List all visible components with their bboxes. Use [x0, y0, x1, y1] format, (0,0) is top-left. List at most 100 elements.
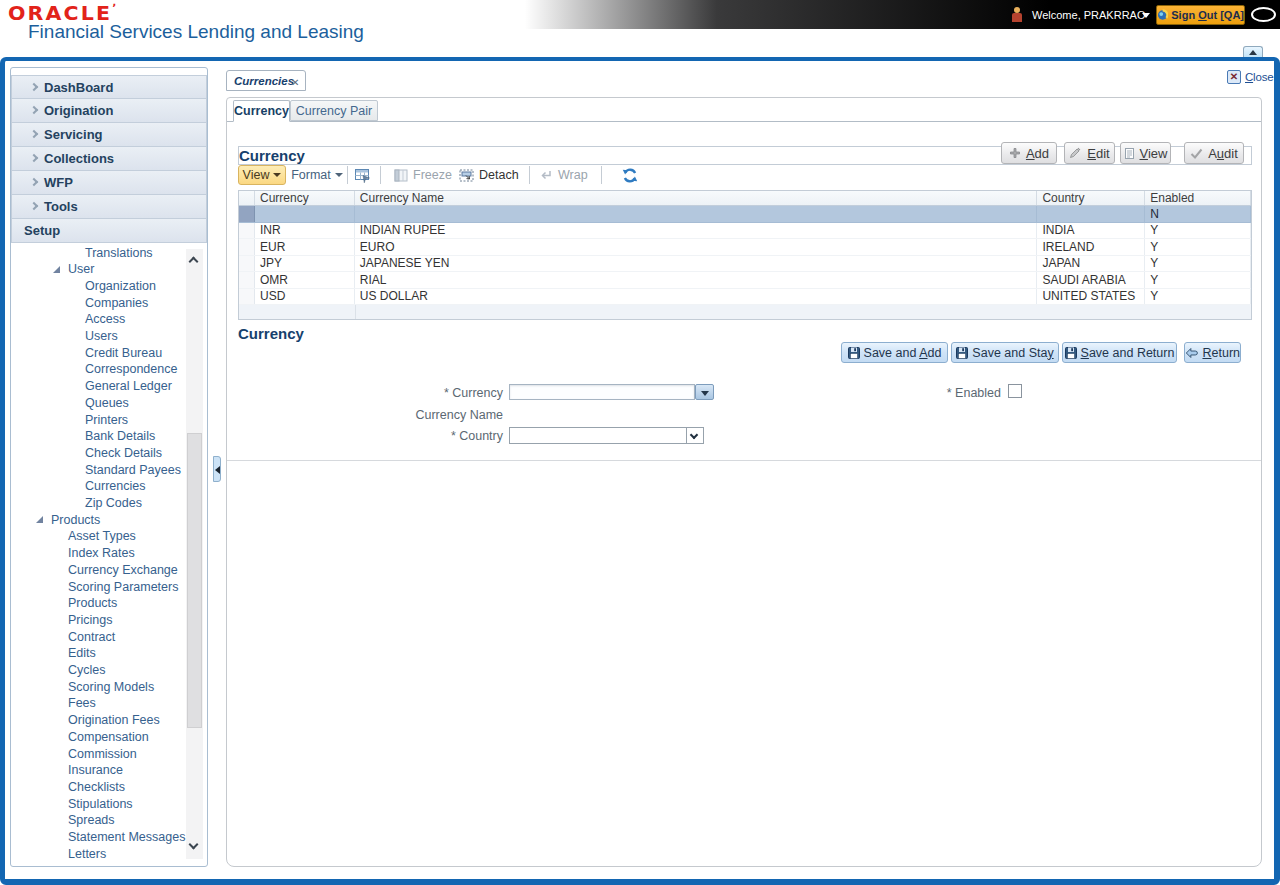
- tree-item-products[interactable]: Products: [13, 511, 100, 528]
- export-to-excel-icon[interactable]: [354, 165, 371, 185]
- column-header-country[interactable]: Country: [1037, 191, 1145, 205]
- tree-item-user[interactable]: User: [13, 261, 94, 278]
- return-button[interactable]: Return: [1184, 342, 1241, 363]
- sidebar-item-servicing[interactable]: Servicing: [11, 123, 207, 147]
- workspace-tab-close-icon[interactable]: ✕: [291, 77, 299, 88]
- welcome-menu[interactable]: Welcome, PRAKRRAO: [1032, 9, 1146, 21]
- sign-out-button[interactable]: Sign Out [QA]: [1156, 5, 1245, 25]
- tree-item-fees[interactable]: Fees: [13, 695, 96, 712]
- freeze-button[interactable]: Freeze: [394, 165, 452, 185]
- floppy-icon: [1065, 347, 1077, 359]
- scroll-up-icon[interactable]: [186, 249, 203, 271]
- tree-item-currency-exchange[interactable]: Currency Exchange: [13, 561, 178, 578]
- tree-item-credit-bureau[interactable]: Credit Bureau: [13, 344, 162, 361]
- tree-item-companies[interactable]: Companies: [13, 294, 148, 311]
- tree-item-printers[interactable]: Printers: [13, 411, 128, 428]
- currency-combobox[interactable]: [509, 384, 695, 400]
- tree-item-cycles[interactable]: Cycles: [13, 662, 106, 679]
- sidebar-item-setup[interactable]: Setup: [11, 219, 207, 243]
- tree-item-zip-codes[interactable]: Zip Codes: [13, 495, 142, 512]
- row-header-cell: [239, 289, 255, 305]
- tree-item-index-rates[interactable]: Index Rates: [13, 545, 135, 562]
- check-icon: [1190, 148, 1203, 159]
- tree-item-statement-messages[interactable]: Statement Messages: [13, 829, 185, 846]
- audit-button[interactable]: Audit: [1184, 142, 1244, 164]
- tree-item-stipulations[interactable]: Stipulations: [13, 795, 133, 812]
- edit-button[interactable]: Edit: [1064, 142, 1115, 164]
- tree-item-asset-types[interactable]: Asset Types: [13, 528, 136, 545]
- tree-item-general-ledger[interactable]: General Ledger: [13, 378, 172, 395]
- column-header-enabled[interactable]: Enabled: [1145, 191, 1251, 205]
- refresh-icon[interactable]: [621, 165, 639, 185]
- wrap-button[interactable]: Wrap: [539, 165, 588, 185]
- tree-expanded-icon[interactable]: [53, 266, 60, 273]
- view-menu-button[interactable]: View: [238, 165, 286, 185]
- column-header-currency[interactable]: Currency: [255, 191, 355, 205]
- save-and-return-button[interactable]: Save and Return: [1062, 342, 1177, 363]
- table-row[interactable]: INRINDIAN RUPEEINDIAY: [239, 223, 1251, 240]
- close-link[interactable]: ✕ Close: [1227, 69, 1273, 84]
- tab-currency[interactable]: Currency: [233, 100, 290, 122]
- detach-button[interactable]: Detach: [459, 165, 519, 185]
- table-row[interactable]: USDUS DOLLARUNITED STATESY: [239, 289, 1251, 306]
- sidebar-item-dashboard[interactable]: DashBoard: [11, 75, 207, 99]
- save-and-add-button[interactable]: Save and Add: [841, 342, 948, 363]
- tree-item-scoring-parameters[interactable]: Scoring Parameters: [13, 578, 178, 595]
- sidebar-item-collections[interactable]: Collections: [11, 147, 207, 171]
- table-row[interactable]: OMRRIALSAUDI ARABIAY: [239, 272, 1251, 289]
- tree-item-insurance[interactable]: Insurance: [13, 762, 123, 779]
- tree-item-scoring-models[interactable]: Scoring Models: [13, 678, 154, 695]
- tree-item-correspondence[interactable]: Correspondence: [13, 361, 177, 378]
- column-header-currency-name[interactable]: Currency Name: [355, 191, 1038, 205]
- scrollbar-thumb[interactable]: [187, 433, 202, 728]
- tab-currency-pair[interactable]: Currency Pair: [290, 100, 378, 121]
- format-menu-button[interactable]: Format: [292, 165, 342, 185]
- sidebar-item-label: DashBoard: [44, 80, 113, 95]
- view-button[interactable]: View: [1120, 142, 1171, 164]
- country-select[interactable]: [509, 427, 704, 444]
- tree-item-standard-payees[interactable]: Standard Payees: [13, 461, 181, 478]
- tree-item-queues[interactable]: Queues: [13, 394, 129, 411]
- save-and-stay-button[interactable]: Save and Stay: [951, 342, 1059, 363]
- plus-icon: [1009, 147, 1021, 159]
- chevron-right-icon: [30, 154, 38, 162]
- tree-item-origination-fees[interactable]: Origination Fees: [13, 712, 160, 729]
- workspace-tab-currencies[interactable]: Currencies ✕: [226, 70, 306, 91]
- sidebar-scrollbar[interactable]: [186, 249, 203, 859]
- sidebar-item-tools[interactable]: Tools: [11, 195, 207, 219]
- close-icon[interactable]: ✕: [1227, 70, 1241, 84]
- table-row[interactable]: JPYJAPANESE YENJAPANY: [239, 256, 1251, 273]
- tree-item-contract[interactable]: Contract: [13, 628, 115, 645]
- tree-item-compensation[interactable]: Compensation: [13, 728, 149, 745]
- table-row[interactable]: EUREUROIRELANDY: [239, 239, 1251, 256]
- sidebar-collapse-button[interactable]: [213, 456, 221, 482]
- tree-item-access[interactable]: Access: [13, 311, 125, 328]
- tree-expanded-icon[interactable]: [36, 516, 43, 523]
- tree-item-bank-details[interactable]: Bank Details: [13, 428, 155, 445]
- tree-item-checklists[interactable]: Checklists: [13, 778, 125, 795]
- currency-dropdown-icon[interactable]: [695, 384, 714, 400]
- tree-item-label: Index Rates: [68, 546, 135, 560]
- sidebar-item-wfp[interactable]: WFP: [11, 171, 207, 195]
- scroll-down-icon[interactable]: [186, 837, 203, 859]
- cell: N: [1145, 206, 1251, 222]
- tree-item-label: Organization: [85, 279, 156, 293]
- tree-item-translations[interactable]: Translations: [13, 244, 153, 261]
- tree-item-check-details[interactable]: Check Details: [13, 444, 162, 461]
- tree-item-organization[interactable]: Organization: [13, 277, 156, 294]
- table-row[interactable]: N: [239, 206, 1251, 223]
- add-button[interactable]: Add: [1001, 142, 1057, 164]
- tree-item-products[interactable]: Products: [13, 595, 117, 612]
- sidebar-item-origination[interactable]: Origination: [11, 99, 207, 123]
- country-dropdown-icon[interactable]: [686, 428, 703, 443]
- tree-item-users[interactable]: Users: [13, 328, 118, 345]
- tree-item-edits[interactable]: Edits: [13, 645, 96, 662]
- tree-item-commission[interactable]: Commission: [13, 745, 137, 762]
- tree-item-spreads[interactable]: Spreads: [13, 812, 115, 829]
- tree-item-pricings[interactable]: Pricings: [13, 611, 112, 628]
- enabled-checkbox[interactable]: [1008, 384, 1022, 398]
- collapse-header-button[interactable]: [1243, 46, 1263, 57]
- welcome-caret-icon[interactable]: [1142, 13, 1150, 18]
- tree-item-currencies[interactable]: Currencies: [13, 478, 145, 495]
- tree-item-letters[interactable]: Letters: [13, 845, 106, 862]
